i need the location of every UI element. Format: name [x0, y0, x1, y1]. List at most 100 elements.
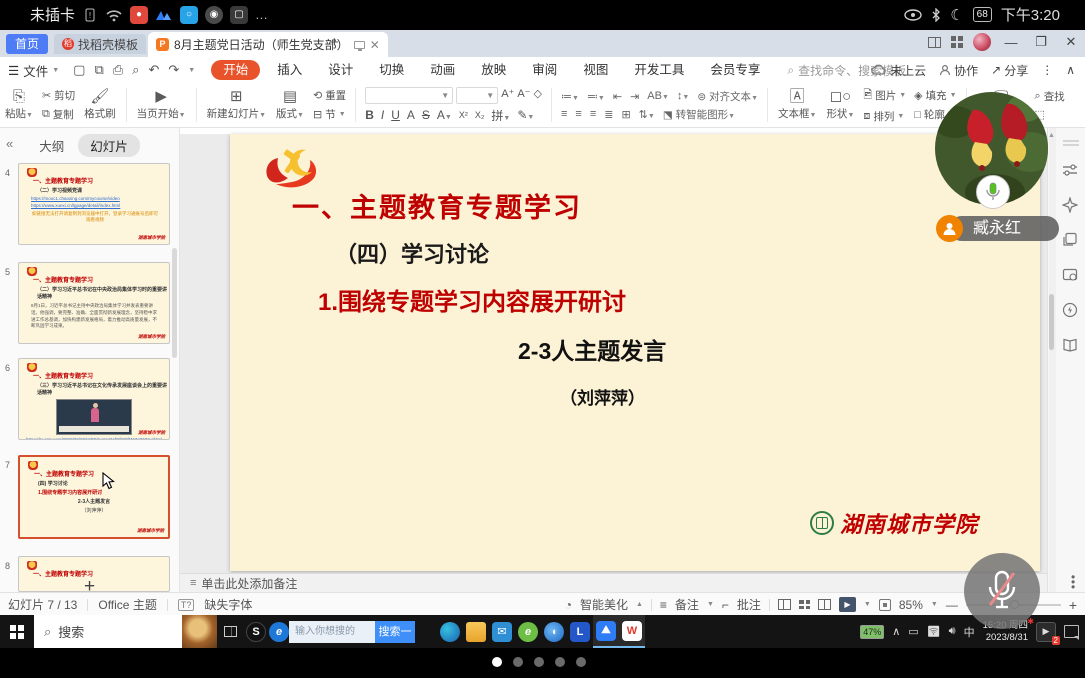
wps-task[interactable]: W	[619, 615, 645, 648]
superscript-button[interactable]: X²	[459, 110, 468, 120]
play-from-current-button[interactable]: ▶当页开始▼	[132, 89, 191, 121]
recorder-app-task[interactable]: S	[243, 615, 269, 648]
layout-button[interactable]: ▤版式▼	[271, 89, 309, 121]
play-options-icon[interactable]: ▼	[864, 601, 871, 608]
save-icon[interactable]: ▢	[73, 62, 85, 78]
close-window-button[interactable]: ✕	[1061, 34, 1081, 50]
notes-bar[interactable]: ≡ 单击此处添加备注	[180, 573, 1047, 592]
increase-font-icon[interactable]: A⁺	[501, 87, 514, 104]
reset-button[interactable]: ⟲重置	[313, 88, 346, 103]
bullet-list-button[interactable]: ≔▼	[561, 90, 579, 103]
tab-home[interactable]: 开始	[211, 60, 260, 80]
mail-task[interactable]: ✉	[489, 615, 515, 648]
present-mode-icon[interactable]	[354, 41, 365, 49]
reading-view-icon[interactable]	[818, 599, 831, 610]
find-button[interactable]: ⌕查找	[1035, 89, 1065, 104]
slide-thumbnail-7-selected[interactable]: 一、主题教育专题学习 (四) 学习讨论 1.围绕专题学习内容展开研讨 2-3人主…	[18, 455, 170, 539]
restore-button[interactable]: ❐	[1031, 34, 1051, 50]
tab-review[interactable]: 审阅	[519, 60, 570, 80]
share-button[interactable]: ↗ 分享	[991, 62, 1028, 79]
normal-view-icon[interactable]	[778, 599, 791, 610]
underline-button[interactable]: U	[391, 108, 400, 122]
web-search-input[interactable]: 输入你想搜的	[289, 621, 375, 643]
action-center-icon[interactable]	[1064, 625, 1079, 638]
slideshow-play-button[interactable]: ▶	[839, 597, 856, 612]
font-size-combo[interactable]: ▼	[456, 87, 498, 104]
text-direction-button[interactable]: ↕▼	[677, 90, 689, 102]
tab-slideshow[interactable]: 放映	[468, 60, 519, 80]
font-family-combo[interactable]: ▼	[365, 87, 453, 104]
tab-transition[interactable]: 切换	[366, 60, 417, 80]
tab-outline[interactable]: 大纲	[39, 134, 64, 157]
undo-icon[interactable]: ↶	[148, 62, 159, 78]
char-spacing-button[interactable]: AB▼	[647, 90, 669, 102]
shapes-button[interactable]: ◻○形状▼	[821, 89, 859, 121]
redo-icon[interactable]: ↷	[168, 62, 179, 78]
tab-insert[interactable]: 插入	[264, 60, 315, 80]
beautify-collapse-icon[interactable]: ▲	[636, 601, 643, 608]
reference-book-icon[interactable]	[1062, 337, 1078, 353]
new-tab-button[interactable]: +	[330, 34, 339, 51]
more-menu-icon[interactable]: ⋮	[1041, 63, 1053, 77]
slide-thumbnail-4[interactable]: 一、主题教育专题学习 （二）学习视频党课 https://mooc1.chaox…	[18, 163, 170, 245]
file-explorer-task[interactable]	[463, 615, 489, 648]
slide-sorter-icon[interactable]	[799, 600, 810, 609]
document-tab[interactable]: P 8月主题党日活动（师生党支部） ✕	[148, 32, 388, 57]
cut-button[interactable]: ✂剪切	[42, 88, 75, 103]
picture-button[interactable]: 🖻图片▼	[863, 86, 906, 105]
char-border-button[interactable]: A	[407, 108, 415, 122]
current-slide[interactable]: 一、主题教育专题学习 （四）学习讨论 1.围绕专题学习内容展开研讨 2-3人主题…	[230, 134, 1040, 571]
decrease-indent-button[interactable]: ⇤	[613, 90, 622, 103]
zoom-out-button[interactable]: —	[946, 598, 958, 612]
paste-button[interactable]: ⎘粘贴▼	[0, 89, 38, 121]
start-button[interactable]	[0, 615, 34, 648]
slide-thumbnail-6[interactable]: 一、主题教育专题学习 （三）学习习近平总书记在文化传承发展座谈会上的重要讲话精神…	[18, 358, 170, 440]
close-tab-icon[interactable]: ✕	[370, 38, 380, 52]
align-center-button[interactable]: ≡	[575, 108, 581, 120]
task-view-button[interactable]	[217, 615, 243, 648]
tab-slides[interactable]: 幻灯片	[78, 134, 140, 157]
canvas-scrollbar[interactable]	[1049, 128, 1056, 592]
bold-button[interactable]: B	[365, 108, 374, 122]
panel-drag-handle[interactable]	[1063, 140, 1079, 142]
minimize-button[interactable]: —	[1001, 35, 1021, 50]
zoom-level[interactable]: 85%	[899, 598, 923, 612]
fit-slide-icon[interactable]	[879, 599, 891, 611]
cloud-status[interactable]: 未上云	[871, 62, 926, 79]
browser-search-widget[interactable]: e 输入你想搜的 搜索一下	[269, 615, 415, 648]
clear-format-icon[interactable]: ◇	[534, 87, 542, 104]
template-tab[interactable]: 稻 找稻壳模板	[54, 34, 146, 54]
beautify-wand-icon[interactable]	[1062, 197, 1078, 213]
new-slide-button[interactable]: ⊞新建幻灯片▼	[202, 89, 271, 121]
collaborate-button[interactable]: 协作	[939, 62, 978, 79]
taskbar-search[interactable]: ⌕ 搜索	[34, 615, 182, 648]
flash-effects-icon[interactable]	[1062, 302, 1078, 318]
web-search-button[interactable]: 搜索一下	[375, 621, 415, 643]
notes-toggle[interactable]: 备注	[675, 596, 699, 613]
comments-toggle[interactable]: 批注	[737, 596, 761, 613]
section-button[interactable]: ⊟节▼	[313, 107, 346, 122]
video-app-tray[interactable]: ▶2	[1036, 622, 1056, 642]
missing-font-label[interactable]: 缺失字体	[204, 596, 252, 613]
align-text-button[interactable]: ⊜ 对齐文本▼	[697, 89, 758, 104]
copy-button[interactable]: ⧉复制	[42, 107, 75, 122]
subscript-button[interactable]: X₂	[475, 110, 485, 120]
text-box-button[interactable]: 🄰文本框▼	[773, 89, 821, 121]
picture-viewer-task[interactable]	[182, 615, 217, 648]
security-app-task[interactable]: L	[567, 615, 593, 648]
tab-devtools[interactable]: 开发工具	[621, 60, 697, 80]
tab-view[interactable]: 视图	[570, 60, 621, 80]
scroll-up-icon[interactable]: ▲	[1048, 132, 1055, 139]
ime-indicator[interactable]: 中	[964, 624, 975, 640]
format-painter-button[interactable]: 🖌格式刷	[79, 89, 121, 121]
italic-button[interactable]: I	[381, 108, 384, 122]
workspace-grid-icon[interactable]	[951, 36, 963, 48]
account-avatar[interactable]	[973, 33, 991, 51]
mute-microphone-button[interactable]	[964, 553, 1040, 629]
ie-task[interactable]: e	[515, 615, 541, 648]
sidebar-scrollbar[interactable]	[172, 248, 177, 358]
highlight-button[interactable]: ✎▼	[517, 108, 534, 122]
decrease-font-icon[interactable]: A⁻	[517, 87, 530, 104]
file-menu[interactable]: ☰ 文件 ▼	[8, 61, 59, 80]
arrange-button[interactable]: ⧈排列▼	[863, 109, 906, 124]
